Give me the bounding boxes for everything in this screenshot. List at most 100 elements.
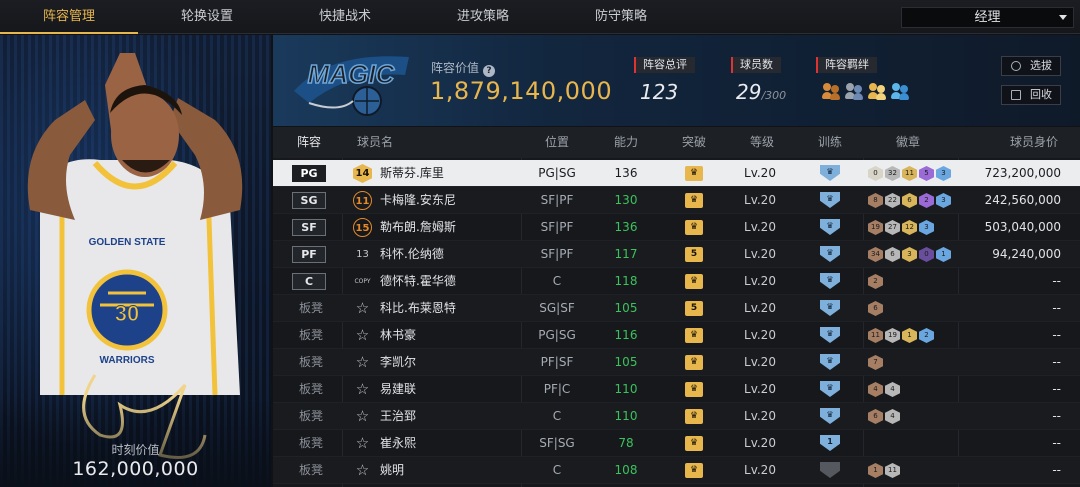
badge-icon[interactable]: 1 bbox=[936, 247, 951, 262]
badge-icon[interactable]: 6 bbox=[868, 301, 883, 316]
badge-icon[interactable]: 0 bbox=[868, 166, 883, 181]
badge-icon[interactable]: 11 bbox=[902, 166, 917, 181]
table-row[interactable]: 板凳 ☆ 姚明 C 108 ♛ Lv.20 1 11 -- bbox=[273, 457, 1080, 484]
table-row[interactable]: 板凳 ☆ 王治郅 C 110 ♛ Lv.20 ♛ 6 4 -- bbox=[273, 403, 1080, 430]
badge-list: 6 bbox=[868, 301, 883, 316]
badge-icon[interactable]: 6 bbox=[868, 409, 883, 424]
top-nav: 阵容管理 轮换设置 快捷战术 进攻策略 防守策略 经理 bbox=[0, 0, 1080, 34]
training-icon[interactable]: ♛ bbox=[820, 354, 840, 370]
training-icon[interactable]: ♛ bbox=[820, 219, 840, 235]
breakthrough-icon[interactable]: ♛ bbox=[685, 355, 703, 370]
col-lineup[interactable]: 阵容 bbox=[297, 127, 321, 158]
badge-icon[interactable]: 6 bbox=[885, 247, 900, 262]
col-player-value[interactable]: 球员身价 bbox=[1010, 127, 1058, 158]
badge-icon[interactable]: 8 bbox=[868, 193, 883, 208]
col-player-name[interactable]: 球员名 bbox=[357, 127, 393, 158]
table-row[interactable]: PF 13 科怀.伦纳德 SF|PF 117 5 Lv.20 ♛ 34 6 3 0 1 94,240,00… bbox=[273, 241, 1080, 268]
tab-quick-tactics[interactable]: 快捷战术 bbox=[276, 0, 414, 34]
badge-icon[interactable]: 3 bbox=[919, 220, 934, 235]
training-icon[interactable]: ♛ bbox=[820, 300, 840, 316]
col-ability[interactable]: 能力 bbox=[614, 127, 638, 158]
col-level[interactable]: 等级 bbox=[750, 127, 774, 158]
breakthrough-icon[interactable]: ♛ bbox=[685, 274, 703, 289]
breakthrough-icon[interactable]: ♛ bbox=[685, 382, 703, 397]
badge-icon[interactable]: 4 bbox=[885, 382, 900, 397]
training-icon[interactable]: ♛ bbox=[820, 165, 840, 181]
table-row[interactable]: SF 15 勒布朗.詹姆斯 SF|PF 136 ♛ Lv.20 ♛ 19 27 12 3 503,040… bbox=[273, 214, 1080, 241]
badge-list: 8 22 6 2 3 bbox=[868, 193, 951, 208]
badge-icon[interactable]: 19 bbox=[885, 328, 900, 343]
help-icon[interactable]: ? bbox=[483, 65, 496, 77]
badge-icon[interactable]: 2 bbox=[919, 193, 934, 208]
badge-icon[interactable]: 6 bbox=[902, 193, 917, 208]
table-row[interactable]: 板凳 ☆ 崔永熙 SF|SG 78 ♛ Lv.20 1 -- bbox=[273, 430, 1080, 457]
bond-icon-orange[interactable] bbox=[822, 82, 840, 100]
training-icon[interactable]: 1 bbox=[820, 435, 840, 451]
badge-icon[interactable]: 4 bbox=[868, 382, 883, 397]
breakthrough-icon[interactable]: ♛ bbox=[685, 193, 703, 208]
bond-icon-gray[interactable] bbox=[845, 82, 863, 100]
badge-icon[interactable]: 1 bbox=[902, 328, 917, 343]
breakthrough-icon[interactable]: ♛ bbox=[685, 409, 703, 424]
tab-lineup-management[interactable]: 阵容管理 bbox=[0, 0, 138, 34]
badge-icon[interactable]: 32 bbox=[885, 166, 900, 181]
tab-rotation-settings[interactable]: 轮换设置 bbox=[138, 0, 276, 34]
bond-icon-blue[interactable] bbox=[891, 82, 909, 100]
badge-icon[interactable]: 0 bbox=[919, 247, 934, 262]
training-icon[interactable]: ♛ bbox=[820, 246, 840, 262]
training-icon[interactable]: ♛ bbox=[820, 408, 840, 424]
badge-icon[interactable]: 2 bbox=[868, 274, 883, 289]
table-row[interactable]: C COPY 德怀特.霍华德 C 118 ♛ Lv.20 ♛ 2 -- bbox=[273, 268, 1080, 295]
table-row[interactable]: 板凳 ☆ 科比.布莱恩特 SG|SF 105 5 Lv.20 ♛ 6 -- bbox=[273, 295, 1080, 322]
badge-icon[interactable]: 7 bbox=[868, 355, 883, 370]
col-training[interactable]: 训练 bbox=[818, 127, 842, 158]
tab-defense-strategy[interactable]: 防守策略 bbox=[552, 0, 690, 34]
role-select[interactable]: 经理 bbox=[901, 7, 1074, 28]
table-row[interactable]: SG 11 卡梅隆.安东尼 SF|PF 130 ♛ Lv.20 ♛ 8 22 6 2 3 242,560,… bbox=[273, 187, 1080, 214]
training-icon[interactable]: ♛ bbox=[820, 192, 840, 208]
breakthrough-icon[interactable]: 5 bbox=[685, 301, 703, 316]
breakthrough-icon[interactable]: ♛ bbox=[685, 436, 703, 451]
badge-icon[interactable]: 2 bbox=[919, 328, 934, 343]
table-row[interactable]: 板凳 ☆ 易建联 PF|C 110 ♛ Lv.20 ♛ 4 4 -- bbox=[273, 376, 1080, 403]
training-icon[interactable]: ♛ bbox=[820, 273, 840, 289]
badge-icon[interactable]: 1 bbox=[868, 463, 883, 478]
recycle-button[interactable]: 回收 bbox=[1001, 85, 1061, 105]
badge-icon[interactable]: 3 bbox=[936, 193, 951, 208]
training-icon[interactable] bbox=[820, 462, 840, 478]
table-row[interactable]: 板凳 ☆ 林书豪 PG|SG 116 ♛ Lv.20 ♛ 11 19 1 2 -- bbox=[273, 322, 1080, 349]
badge-icon[interactable]: 5 bbox=[919, 166, 934, 181]
select-players-button[interactable]: 选拔 bbox=[1001, 56, 1061, 76]
badge-icon[interactable]: 11 bbox=[885, 463, 900, 478]
tab-offense-strategy[interactable]: 进攻策略 bbox=[414, 0, 552, 34]
badge-icon[interactable]: 27 bbox=[885, 220, 900, 235]
badge-icon[interactable]: 34 bbox=[868, 247, 883, 262]
badge-icon[interactable]: 3 bbox=[936, 166, 951, 181]
player-value: 94,240,000 bbox=[992, 247, 1061, 261]
col-badges[interactable]: 徽章 bbox=[896, 127, 920, 158]
player-name: 王治郅 bbox=[380, 409, 417, 423]
badge-icon[interactable]: 12 bbox=[902, 220, 917, 235]
breakthrough-icon[interactable]: ♛ bbox=[685, 463, 703, 478]
breakthrough-icon[interactable]: ♛ bbox=[685, 220, 703, 235]
breakthrough-icon[interactable]: ♛ bbox=[685, 328, 703, 343]
breakthrough-icon[interactable]: ♛ bbox=[685, 166, 703, 181]
jersey-number-icon: ☆ bbox=[355, 461, 370, 479]
col-position[interactable]: 位置 bbox=[545, 127, 569, 158]
training-icon[interactable]: ♛ bbox=[820, 327, 840, 343]
badge-icon[interactable]: 19 bbox=[868, 220, 883, 235]
table-row[interactable]: 板凳 ☆ 李凯尔 PF|SF 105 ♛ Lv.20 ♛ 7 -- bbox=[273, 349, 1080, 376]
badge-icon[interactable]: 3 bbox=[902, 247, 917, 262]
badge-icon[interactable]: 4 bbox=[885, 409, 900, 424]
slot-bench-label: 板凳 bbox=[299, 301, 324, 315]
badge-icon[interactable]: 11 bbox=[868, 328, 883, 343]
col-breakthrough[interactable]: 突破 bbox=[682, 127, 706, 158]
badge-icon[interactable]: 22 bbox=[885, 193, 900, 208]
bond-icon-gold[interactable] bbox=[868, 82, 886, 100]
training-icon[interactable]: ♛ bbox=[820, 381, 840, 397]
table-row[interactable]: PG 14 斯蒂芬.库里 PG|SG 136 ♛ Lv.20 ♛ 0 32 11 5 3 723,200,… bbox=[273, 160, 1080, 187]
slot-bench-label: 板凳 bbox=[299, 436, 324, 450]
player-ability: 116 bbox=[614, 328, 638, 342]
featured-player-card[interactable]: GOLDEN STATE 30 WARRIORS 时刻价值 162,000,00… bbox=[0, 35, 271, 487]
breakthrough-icon[interactable]: 5 bbox=[685, 247, 703, 262]
